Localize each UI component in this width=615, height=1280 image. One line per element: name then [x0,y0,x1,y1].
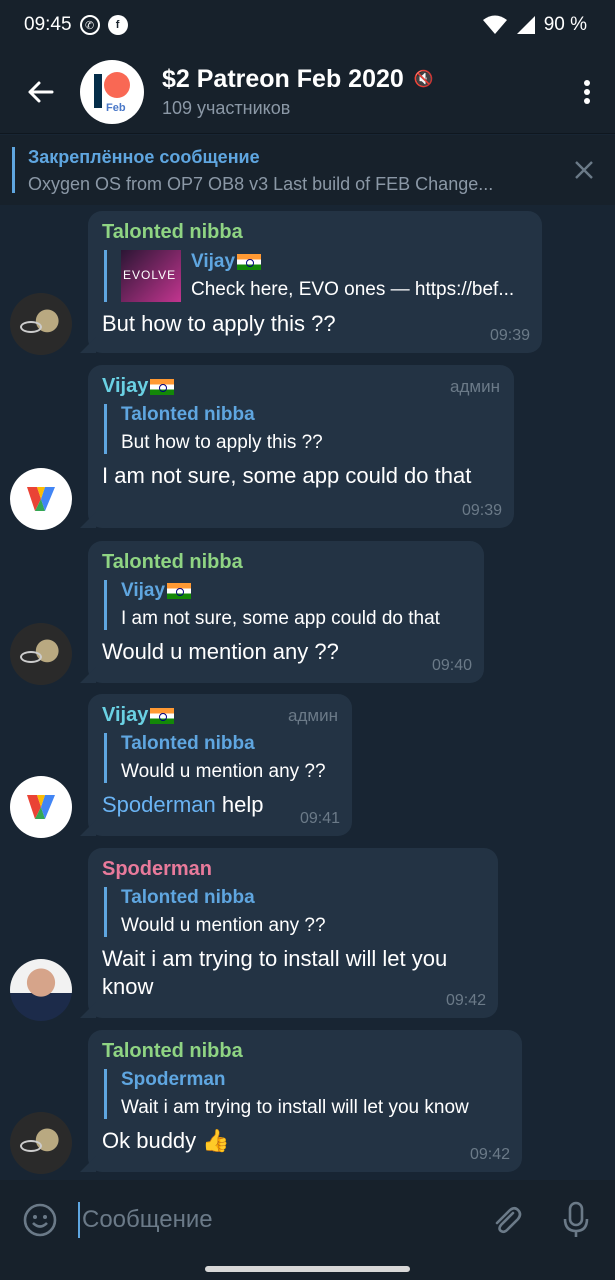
message-time: 09:42 [445,992,486,1009]
user-mention[interactable]: Spoderman [102,792,216,817]
pinned-message[interactable]: Закреплённое сообщение Oxygen OS from OP… [0,135,615,205]
reply-text: Would u mention any ?? [121,915,326,936]
reply-name: Talonted nibba [121,404,255,425]
reply-quote[interactable]: Spoderman Wait i am trying to install wi… [104,1069,508,1119]
message-bubble[interactable]: Vijay админ Talonted nibba But how to ap… [88,365,514,528]
message-text: I am not sure, some app could do that [102,463,472,488]
admin-badge: админ [288,705,338,725]
sender-name: Talonted nibba [102,551,243,573]
sender-name: Vijay [102,375,149,397]
message-time: 09:42 [469,1146,510,1163]
message-bubble[interactable]: Vijay админ Talonted nibba Would u menti… [88,694,352,836]
avatar[interactable] [10,959,72,1021]
admin-badge: админ [450,376,500,396]
navigation-bar [0,1262,615,1280]
attach-button[interactable] [486,1200,526,1240]
close-pinned-button[interactable] [567,153,601,187]
reply-quote[interactable]: Talonted nibba Would u mention any ?? [104,887,484,937]
pinned-title: Закреплённое сообщение [28,147,260,167]
message-input[interactable]: Сообщение [78,1202,213,1238]
reply-text: I am not sure, some app could do that [121,608,440,629]
wifi-icon [482,15,507,34]
sender-name: Talonted nibba [102,1040,243,1062]
message-list[interactable]: Talonted nibba EVOLVE Vijay Check here, … [0,205,615,1180]
paperclip-icon [495,1206,522,1234]
reply-name: Talonted nibba [121,733,255,754]
india-flag-icon [167,582,192,599]
facebook-icon: f [107,15,128,35]
avatar[interactable] [10,468,72,530]
reply-quote[interactable]: EVOLVE Vijay Check here, EVO ones — http… [104,250,528,302]
back-button[interactable] [0,50,80,134]
message-bubble[interactable]: Talonted nibba EVOLVE Vijay Check here, … [88,211,542,353]
reply-text: Would u mention any ?? [121,761,326,782]
message-text: Would u mention any ?? [102,639,339,664]
pinned-text: Oxygen OS from OP7 OB8 v3 Last build of … [28,174,494,194]
message-text: But how to apply this ?? [102,311,336,336]
message-time: 09:40 [431,657,472,674]
status-bar: 09:45 ✆ f 90 % [0,0,615,50]
message-text-line: know [102,974,154,999]
message-text: Ok buddy 👍 [102,1128,230,1153]
muted-icon: 🔇 [413,71,434,88]
sender-name: Spoderman [102,858,213,880]
message-time: 09:39 [489,327,530,344]
more-vertical-icon [584,79,590,104]
reply-name: Spoderman [121,1069,226,1090]
message-time: 09:39 [461,502,502,519]
reply-name: Vijay [121,580,166,601]
more-options-button[interactable] [559,50,615,134]
reply-quote[interactable]: Talonted nibba Would u mention any ?? [104,733,338,783]
chat-title-block[interactable]: $2 Patreon Feb 2020 🔇 109 участников [162,65,559,119]
avatar[interactable] [10,623,72,685]
member-count: 109 участников [162,97,291,118]
v-logo-icon [27,795,55,819]
voice-message-button[interactable] [556,1200,596,1240]
message-time: 09:41 [299,810,340,827]
message-bubble[interactable]: Talonted nibba Spoderman Wait i am tryin… [88,1030,522,1172]
chat-avatar[interactable]: Feb [80,59,144,124]
chat-header: Feb $2 Patreon Feb 2020 🔇 109 участников [0,50,615,134]
sender-name: Talonted nibba [102,221,243,243]
reply-text: Check here, EVO ones — https://bef... [191,279,515,300]
v-logo-icon [27,487,55,511]
reply-thumbnail: EVOLVE [121,250,181,302]
signal-icon [516,16,535,34]
sender-name: Vijay [102,704,149,726]
reply-name: Vijay [191,251,236,272]
home-gesture-handle[interactable] [205,1266,410,1272]
reply-text: But how to apply this ?? [121,432,323,453]
india-flag-icon [150,378,175,395]
smile-icon [23,1203,57,1237]
status-time: 09:45 [24,14,72,35]
reply-quote[interactable]: Vijay I am not sure, some app could do t… [104,580,470,630]
avatar[interactable] [10,293,72,355]
microphone-icon [563,1201,589,1237]
message-text: help [221,792,264,817]
whatsapp-icon: ✆ [79,15,100,35]
message-bubble[interactable]: Spoderman Talonted nibba Would u mention… [88,848,498,1018]
avatar[interactable] [10,776,72,838]
reply-quote[interactable]: Talonted nibba But how to apply this ?? [104,404,500,454]
message-input-bar: Сообщение [0,1180,615,1262]
chat-title: $2 Patreon Feb 2020 [162,64,404,93]
india-flag-icon [237,253,262,270]
message-text-line: Wait i am trying to install will let you [102,946,448,971]
reply-text: Wait i am trying to install will let you… [121,1097,469,1118]
arrow-left-icon [28,81,54,102]
close-icon [575,161,593,179]
emoji-button[interactable] [20,1200,60,1240]
india-flag-icon [150,707,175,724]
avatar[interactable] [10,1112,72,1174]
message-bubble[interactable]: Talonted nibba Vijay I am not sure, some… [88,541,484,683]
reply-name: Talonted nibba [121,887,255,908]
battery-level: 90 % [543,14,587,35]
